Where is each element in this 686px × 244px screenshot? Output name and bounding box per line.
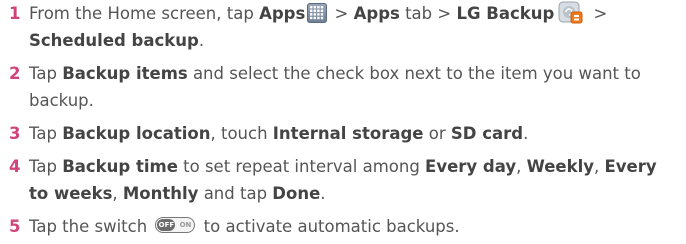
step-number: 3 <box>9 124 21 143</box>
bold-term: Scheduled backup <box>29 31 199 50</box>
bold-term: Monthly <box>122 184 199 203</box>
text-run: and tap <box>198 184 273 203</box>
step-number: 4 <box>9 157 21 176</box>
step-number: 2 <box>9 64 21 83</box>
text-run: Tap <box>29 64 63 83</box>
text-run: Tap <box>29 124 63 143</box>
apps-icon <box>307 3 328 23</box>
step-1: 1 From the Home screen, tap Apps > Apps t… <box>9 0 686 54</box>
step-text: Tap Backup time to set repeat interval a… <box>29 153 686 207</box>
text-run: to set repeat interval among <box>177 157 426 176</box>
bold-term: Internal storage <box>272 124 424 143</box>
bold-term: SD card <box>450 124 524 143</box>
step-4: 4 Tap Backup time to set repeat interval … <box>9 153 686 207</box>
text-run: . <box>198 31 205 50</box>
text-run: , <box>112 184 123 203</box>
step-3: 3 Tap Backup location, touch Internal sto… <box>9 120 686 147</box>
bold-term: Apps <box>353 4 400 23</box>
step-number: 5 <box>9 217 21 236</box>
bold-term: Done <box>272 184 321 203</box>
bold-term: LG Backup <box>456 4 555 23</box>
step-text: Tap the switch OFF ON to activate automat… <box>29 213 686 240</box>
step-number: 1 <box>9 4 21 23</box>
text-run: Tap the switch <box>29 217 153 236</box>
step-text: Tap Backup items and select the check bo… <box>29 60 686 114</box>
text-run: Tap <box>29 157 63 176</box>
text-run: to activate automatic backups. <box>198 217 460 236</box>
text-run: , <box>516 157 527 176</box>
lg-backup-icon <box>558 1 584 25</box>
text-run: , touch <box>210 124 273 143</box>
step-text: From the Home screen, tap Apps > Apps ta… <box>29 0 686 54</box>
text-run: . <box>523 124 529 143</box>
bold-term: Weekly <box>526 157 594 176</box>
text-run: . <box>320 184 326 203</box>
text-run: , <box>594 157 605 176</box>
text-run: From the Home screen, tap <box>29 4 260 23</box>
bold-term: Backup time <box>62 157 178 176</box>
bold-term: Backup items <box>62 64 188 83</box>
step-5: 5 Tap the switch OFF ON to activate automa… <box>9 213 686 240</box>
bold-term: Every day <box>425 157 517 176</box>
toggle-switch-icon: OFF ON <box>155 217 196 233</box>
toggle-off-label: OFF <box>157 219 176 231</box>
step-2: 2 Tap Backup items and select the check b… <box>9 60 686 114</box>
bold-term: Apps <box>259 4 306 23</box>
text-run: > <box>588 4 608 23</box>
step-text: Tap Backup location, touch Internal stor… <box>29 120 686 147</box>
instruction-steps: 1 From the Home screen, tap Apps > Apps t… <box>0 0 686 240</box>
text-run: tab > <box>399 4 457 23</box>
toggle-on-label: ON <box>179 221 192 229</box>
bold-term: Backup location <box>62 124 211 143</box>
text-run: > <box>329 4 354 23</box>
text-run: or <box>423 124 451 143</box>
